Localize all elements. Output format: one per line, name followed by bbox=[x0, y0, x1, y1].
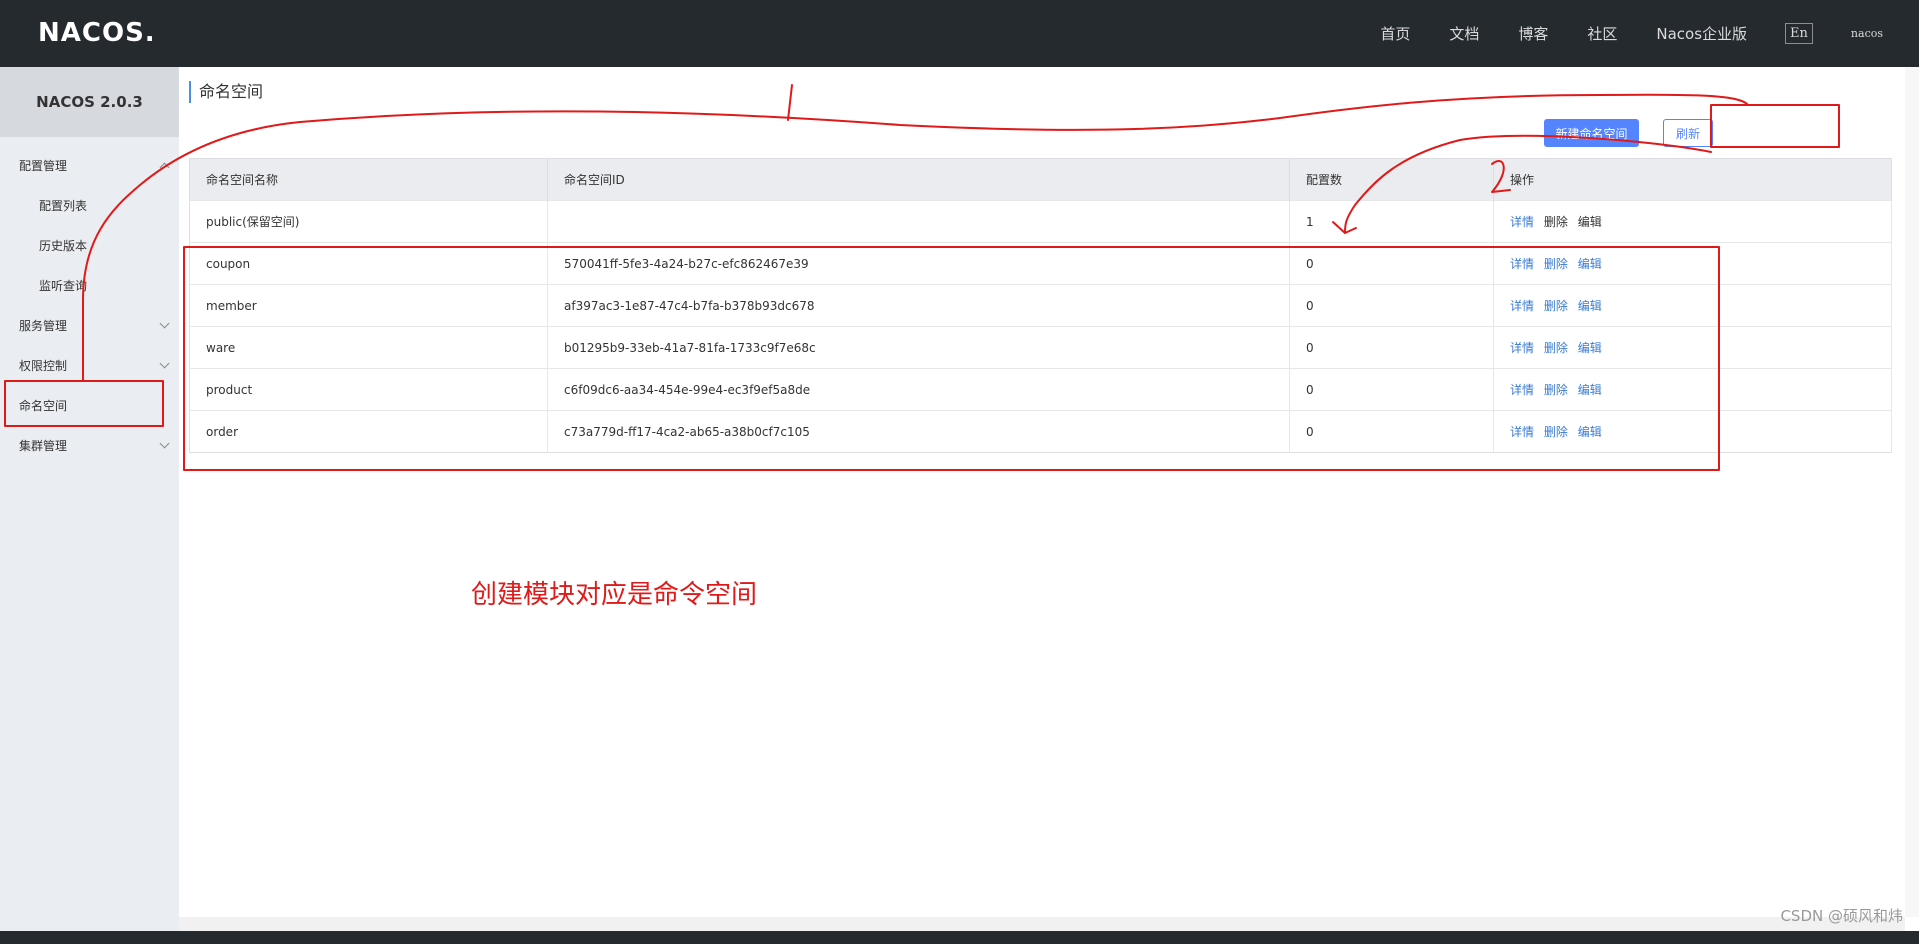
detail-link[interactable]: 详情 bbox=[1510, 383, 1534, 397]
config-count-cell: 1 bbox=[1289, 200, 1494, 243]
sidebar-item-label: 命名空间 bbox=[19, 398, 68, 413]
nav-home-link[interactable]: 首页 bbox=[1380, 23, 1410, 44]
delete-link[interactable]: 删除 bbox=[1544, 257, 1568, 271]
page-title: 命名空间 bbox=[189, 81, 263, 103]
nacos-logo[interactable]: NACOS. bbox=[38, 18, 156, 48]
sidebar-item-label: 历史版本 bbox=[39, 238, 88, 253]
sidebar-item-label: 集群管理 bbox=[19, 438, 68, 453]
sidebar-item-label: 配置列表 bbox=[39, 198, 88, 213]
detail-link[interactable]: 详情 bbox=[1510, 257, 1534, 271]
namespace-name-cell: product bbox=[189, 368, 548, 411]
namespace-name-cell: ware bbox=[189, 326, 548, 369]
detail-link[interactable]: 详情 bbox=[1510, 215, 1534, 229]
table-row: public(保留空间) 1 详情 删除 编辑 bbox=[189, 200, 1892, 243]
chevron-down-icon bbox=[159, 438, 170, 449]
vertical-scrollbar[interactable] bbox=[1905, 67, 1919, 917]
annotation-text: 创建模块对应是命令空间 bbox=[471, 580, 758, 610]
config-count-cell: 0 bbox=[1289, 284, 1494, 327]
language-switch-button[interactable]: En bbox=[1785, 23, 1813, 44]
namespace-name-cell: public(保留空间) bbox=[189, 200, 548, 243]
sidebar-item-config-management[interactable]: 配置管理 bbox=[0, 145, 179, 185]
sidebar-title: NACOS 2.0.3 bbox=[0, 67, 179, 137]
detail-link[interactable]: 详情 bbox=[1510, 299, 1534, 313]
namespace-id-cell: b01295b9-33eb-41a7-81fa-1733c9f7e68c bbox=[547, 326, 1290, 369]
edit-link[interactable]: 编辑 bbox=[1578, 257, 1602, 271]
namespace-name-cell: coupon bbox=[189, 242, 548, 285]
actions-cell: 详情 删除 编辑 bbox=[1493, 242, 1892, 285]
config-count-cell: 0 bbox=[1289, 326, 1494, 369]
table-row: product c6f09dc6-aa34-454e-99e4-ec3f9ef5… bbox=[189, 368, 1892, 411]
column-header-name: 命名空间名称 bbox=[189, 158, 548, 201]
actions-cell: 详情 删除 编辑 bbox=[1493, 326, 1892, 369]
namespace-table: 命名空间名称 命名空间ID 配置数 操作 public(保留空间) 1 详情 删… bbox=[189, 158, 1892, 453]
sidebar-item-label: 配置管理 bbox=[19, 158, 68, 173]
namespace-id-cell bbox=[547, 200, 1290, 243]
table-row: ware b01295b9-33eb-41a7-81fa-1733c9f7e68… bbox=[189, 326, 1892, 369]
namespace-id-cell: af397ac3-1e87-47c4-b7fa-b378b93dc678 bbox=[547, 284, 1290, 327]
nav-blog-link[interactable]: 博客 bbox=[1518, 23, 1548, 44]
edit-link[interactable]: 编辑 bbox=[1578, 341, 1602, 355]
table-row: member af397ac3-1e87-47c4-b7fa-b378b93dc… bbox=[189, 284, 1892, 327]
edit-link[interactable]: 编辑 bbox=[1578, 299, 1602, 313]
top-bar: NACOS. 首页 文档 博客 社区 Nacos企业版 En nacos bbox=[0, 0, 1919, 67]
nav-docs-link[interactable]: 文档 bbox=[1449, 23, 1479, 44]
nav-community-link[interactable]: 社区 bbox=[1587, 23, 1617, 44]
actions-cell: 详情 删除 编辑 bbox=[1493, 410, 1892, 453]
chevron-down-icon bbox=[159, 318, 170, 329]
delete-link[interactable]: 删除 bbox=[1544, 215, 1568, 229]
chevron-up-icon bbox=[159, 162, 170, 172]
edit-link[interactable]: 编辑 bbox=[1578, 425, 1602, 439]
delete-link[interactable]: 删除 bbox=[1544, 341, 1568, 355]
detail-link[interactable]: 详情 bbox=[1510, 341, 1534, 355]
sidebar-item-history[interactable]: 历史版本 bbox=[0, 225, 179, 265]
sidebar-item-label: 服务管理 bbox=[19, 318, 68, 333]
delete-link[interactable]: 删除 bbox=[1544, 299, 1568, 313]
namespace-name-cell: order bbox=[189, 410, 548, 453]
actions-cell: 详情 删除 编辑 bbox=[1493, 200, 1892, 243]
column-header-actions: 操作 bbox=[1493, 158, 1892, 201]
namespace-id-cell: c73a779d-ff17-4ca2-ab65-a38b0cf7c105 bbox=[547, 410, 1290, 453]
table-header-row: 命名空间名称 命名空间ID 配置数 操作 bbox=[189, 158, 1892, 201]
top-nav: 首页 文档 博客 社区 Nacos企业版 En nacos bbox=[1341, 0, 1883, 67]
config-count-cell: 0 bbox=[1289, 410, 1494, 453]
horizontal-scrollbar[interactable] bbox=[179, 917, 1905, 931]
namespace-id-cell: c6f09dc6-aa34-454e-99e4-ec3f9ef5a8de bbox=[547, 368, 1290, 411]
table-row: coupon 570041ff-5fe3-4a24-b27c-efc862467… bbox=[189, 242, 1892, 285]
sidebar-item-service-management[interactable]: 服务管理 bbox=[0, 305, 179, 345]
config-count-cell: 0 bbox=[1289, 242, 1494, 285]
bottom-bar bbox=[0, 931, 1919, 944]
column-header-count: 配置数 bbox=[1289, 158, 1494, 201]
user-menu[interactable]: nacos bbox=[1851, 27, 1883, 40]
config-count-cell: 0 bbox=[1289, 368, 1494, 411]
detail-link[interactable]: 详情 bbox=[1510, 425, 1534, 439]
sidebar-item-cluster-management[interactable]: 集群管理 bbox=[0, 425, 179, 465]
refresh-button[interactable]: 刷新 bbox=[1663, 119, 1713, 147]
actions-cell: 详情 删除 编辑 bbox=[1493, 368, 1892, 411]
namespace-name-cell: member bbox=[189, 284, 548, 327]
edit-link[interactable]: 编辑 bbox=[1578, 383, 1602, 397]
column-header-id: 命名空间ID bbox=[547, 158, 1290, 201]
sidebar-item-namespace[interactable]: 命名空间 bbox=[0, 385, 179, 425]
nav-enterprise-link[interactable]: Nacos企业版 bbox=[1656, 23, 1747, 44]
watermark: CSDN @硕风和炜 bbox=[1780, 907, 1903, 925]
sidebar-menu: 配置管理 配置列表 历史版本 监听查询 服务管理 权限控制 命名空间 集群管理 bbox=[0, 137, 179, 465]
sidebar-item-config-list[interactable]: 配置列表 bbox=[0, 185, 179, 225]
actions-cell: 详情 删除 编辑 bbox=[1493, 284, 1892, 327]
table-row: order c73a779d-ff17-4ca2-ab65-a38b0cf7c1… bbox=[189, 410, 1892, 453]
chevron-down-icon bbox=[159, 358, 170, 369]
delete-link[interactable]: 删除 bbox=[1544, 425, 1568, 439]
sidebar-item-access-control[interactable]: 权限控制 bbox=[0, 345, 179, 385]
edit-link[interactable]: 编辑 bbox=[1578, 215, 1602, 229]
sidebar-item-label: 监听查询 bbox=[39, 278, 88, 293]
create-namespace-button[interactable]: 新建命名空间 bbox=[1544, 119, 1639, 147]
sidebar-item-label: 权限控制 bbox=[19, 358, 68, 373]
sidebar-item-listener-query[interactable]: 监听查询 bbox=[0, 265, 179, 305]
namespace-id-cell: 570041ff-5fe3-4a24-b27c-efc862467e39 bbox=[547, 242, 1290, 285]
sidebar: NACOS 2.0.3 配置管理 配置列表 历史版本 监听查询 服务管理 权限控… bbox=[0, 67, 179, 944]
delete-link[interactable]: 删除 bbox=[1544, 383, 1568, 397]
